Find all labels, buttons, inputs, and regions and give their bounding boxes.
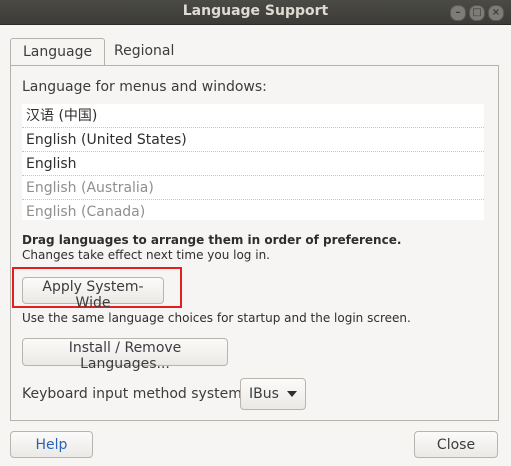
install-remove-languages-button[interactable]: Install / Remove Languages... bbox=[22, 338, 228, 372]
close-icon[interactable]: × bbox=[488, 5, 504, 21]
keyboard-input-select[interactable]: IBus bbox=[240, 378, 306, 410]
language-list[interactable]: 汉语 (中国) English (United States) English … bbox=[22, 104, 484, 220]
list-item[interactable]: English bbox=[22, 152, 484, 176]
minimize-icon[interactable]: – bbox=[450, 5, 466, 21]
keyboard-input-value: IBus bbox=[249, 386, 279, 402]
login-hint: Changes take effect next time you log in… bbox=[22, 248, 270, 262]
title-bar: Language Support – □ × bbox=[0, 0, 511, 25]
list-item[interactable]: English (United States) bbox=[22, 128, 484, 152]
drag-hint: Drag languages to arrange them in order … bbox=[22, 233, 402, 247]
close-button[interactable]: Close bbox=[414, 431, 498, 458]
apply-system-wide-button[interactable]: Apply System-Wide bbox=[22, 277, 164, 311]
tab-regional-formats[interactable]: Regional Formats bbox=[102, 38, 186, 86]
maximize-icon[interactable]: □ bbox=[469, 5, 485, 21]
list-item[interactable]: English (Canada) bbox=[22, 200, 484, 220]
chevron-down-icon bbox=[286, 391, 297, 397]
list-item[interactable]: English (Australia) bbox=[22, 176, 484, 200]
apply-description: Use the same language choices for startu… bbox=[22, 311, 411, 325]
language-heading: Language for menus and windows: bbox=[22, 79, 267, 95]
list-item[interactable]: 汉语 (中国) bbox=[22, 104, 484, 128]
window-title: Language Support bbox=[182, 3, 329, 19]
keyboard-input-label: Keyboard input method system: bbox=[22, 386, 247, 402]
help-button[interactable]: Help bbox=[10, 431, 93, 458]
tab-language[interactable]: Language bbox=[10, 38, 106, 67]
